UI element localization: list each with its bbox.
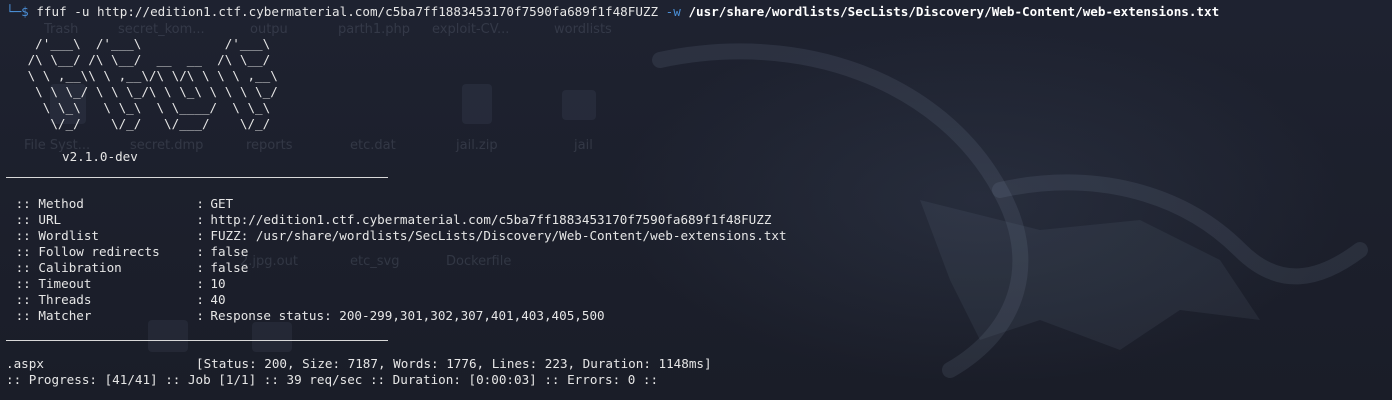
config-value: 10 [210,276,226,291]
config-row-wordlist: :: Wordlist: FUZZ: /usr/share/wordlists/S… [15,228,787,243]
divider [6,177,388,178]
prompt-glyph: └─$ [6,4,29,19]
config-key: Timeout [38,276,92,291]
result-path: .aspx [6,356,44,371]
config-key: Matcher [38,308,92,323]
ffuf-ascii-banner: /'___\ /'___\ /'___\ /\ \__/ /\ \__/ __ … [27,36,278,131]
config-key: Method [38,196,84,211]
config-value: FUZZ: /usr/share/wordlists/SecLists/Disc… [210,228,787,243]
config-value: GET [210,196,234,211]
config-key: Follow redirects [38,244,160,259]
config-key: Calibration [38,260,122,275]
config-value: http://edition1.ctf.cybermaterial.com/c5… [210,212,772,227]
command-text: ffuf -u http://edition1.ctf.cybermateria… [36,4,659,19]
config-row-matcher: :: Matcher: Response status: 200-299,301,… [15,308,605,323]
config-row-url: :: URL: http://edition1.ctf.cybermaterial… [15,212,772,227]
config-key: Threads [38,292,92,307]
version-text: v2.1.0-dev [62,149,138,164]
divider [6,340,388,341]
config-value: false [210,244,249,259]
config-row-follow-redirects: :: Follow redirects: false [15,244,249,259]
config-value: Response status: 200-299,301,302,307,401… [210,308,605,323]
result-row: .aspx [Status: 200, Size: 7187, Words: 17… [6,356,712,372]
config-row-timeout: :: Timeout:10 [15,276,226,291]
terminal-window[interactable]: └─$ ffuf -u http://edition1.ctf.cybermat… [0,0,1392,400]
command-line: └─$ ffuf -u http://edition1.ctf.cybermat… [6,4,1219,20]
result-info: [Status: 200, Size: 7187, Words: 1776, L… [196,356,712,371]
config-value: 40 [210,292,226,307]
config-key: Wordlist [38,228,100,243]
config-key: URL [38,212,62,227]
wordlist-argument: /usr/share/wordlists/SecLists/Discovery/… [688,4,1220,19]
config-row-method: :: Method: GET [15,196,234,211]
config-row-threads: :: Threads:40 [15,292,226,307]
command-flag: -w [665,4,681,19]
progress-status: :: Progress: [41/41] :: Job [1/1] :: 39 … [6,372,659,387]
config-row-calibration: :: Calibration: false [15,260,249,275]
config-value: false [210,260,249,275]
